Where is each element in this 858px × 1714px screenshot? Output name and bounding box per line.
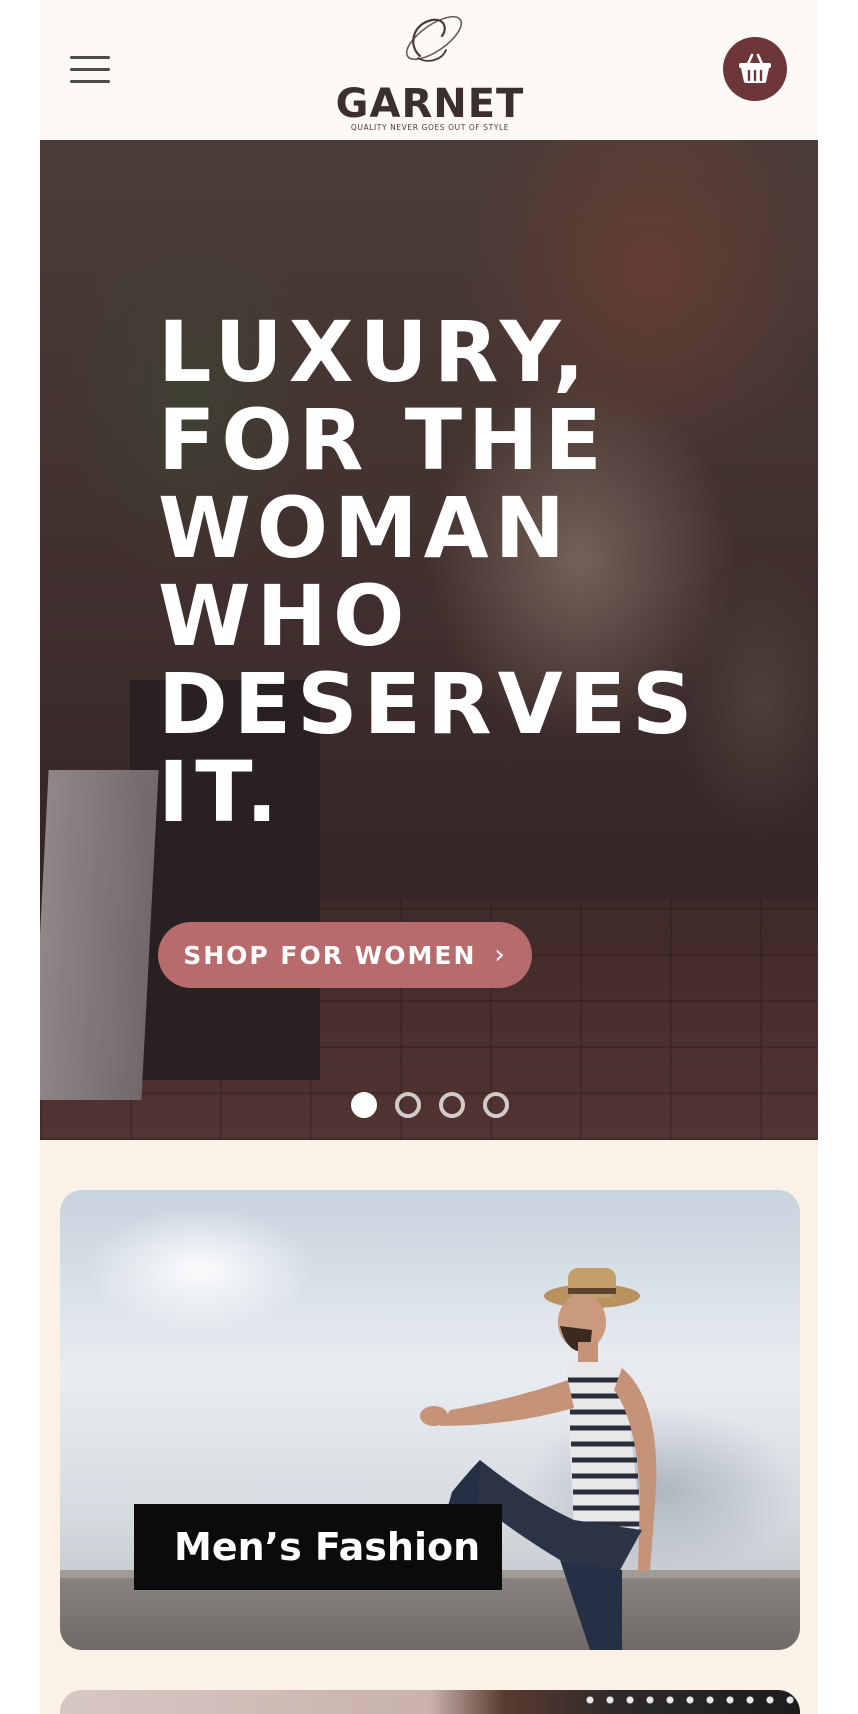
hero-heading-line: FOR THE bbox=[158, 391, 608, 489]
slider-dot-4[interactable] bbox=[483, 1092, 509, 1118]
brand-logo[interactable]: GARNET QUALITY NEVER GOES OUT OF STYLE bbox=[320, 6, 540, 134]
category-label: Men’s Fashion bbox=[134, 1504, 502, 1590]
page: GARNET QUALITY NEVER GOES OUT OF STYLE L… bbox=[40, 0, 818, 1714]
shop-for-women-button[interactable]: SHOP FOR WOMEN › bbox=[158, 922, 532, 988]
slider-dot-1[interactable] bbox=[351, 1092, 377, 1118]
hero-heading-line: WOMAN bbox=[158, 479, 571, 577]
slider-pagination bbox=[351, 1092, 509, 1118]
brand-name: GARNET bbox=[335, 81, 525, 127]
card-image-polka-pattern bbox=[580, 1690, 800, 1714]
logo-swirl-icon bbox=[405, 15, 463, 62]
shop-button-label: SHOP FOR WOMEN bbox=[183, 940, 477, 970]
hero-heading: LUXURY, FOR THE WOMAN WHO DESERVES IT. bbox=[158, 308, 778, 836]
hero-heading-line: IT. bbox=[158, 743, 284, 841]
brand-tagline: QUALITY NEVER GOES OUT OF STYLE bbox=[350, 123, 510, 132]
category-card-next[interactable] bbox=[60, 1690, 800, 1714]
hero-slider: LUXURY, FOR THE WOMAN WHO DESERVES IT. S… bbox=[40, 140, 818, 1140]
chevron-right-icon: › bbox=[494, 940, 507, 970]
cart-button[interactable] bbox=[723, 37, 787, 101]
shopping-basket-icon bbox=[739, 53, 771, 83]
category-card-mens-fashion[interactable]: Men’s Fashion bbox=[60, 1190, 800, 1650]
hero-heading-line: DESERVES bbox=[158, 655, 699, 753]
slider-dot-2[interactable] bbox=[395, 1092, 421, 1118]
slider-dot-3[interactable] bbox=[439, 1092, 465, 1118]
hero-heading-line: WHO bbox=[158, 567, 411, 665]
hamburger-menu-icon[interactable] bbox=[70, 52, 112, 88]
hero-heading-line: LUXURY, bbox=[158, 303, 591, 401]
site-header: GARNET QUALITY NEVER GOES OUT OF STYLE bbox=[40, 0, 818, 140]
